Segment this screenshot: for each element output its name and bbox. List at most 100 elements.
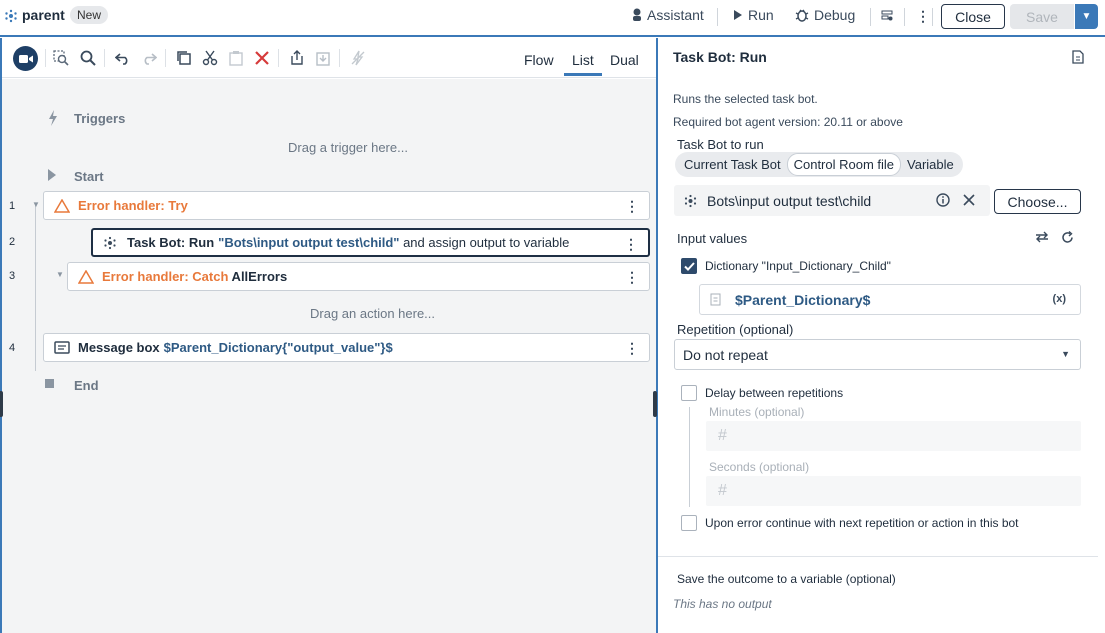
play-icon <box>734 10 742 20</box>
refresh-icon[interactable] <box>1061 230 1074 247</box>
action-label: Task Bot: Run <box>127 235 215 250</box>
more-options-icon[interactable]: ⋮ <box>624 236 638 253</box>
start-icon <box>47 169 57 184</box>
separator <box>104 49 105 67</box>
minutes-label: Minutes (optional) <box>709 405 805 419</box>
action-error-catch[interactable]: Error handler: Catch AllErrors ⋮ <box>67 262 650 291</box>
collapse-toggle-icon[interactable]: ▼ <box>56 270 64 279</box>
error-continue-label: Upon error continue with next repetition… <box>705 516 1019 530</box>
action-message-box[interactable]: Message box $Parent_Dictionary{"output_v… <box>43 333 650 362</box>
bot-file-field[interactable]: Bots\input output test\child <box>674 185 990 216</box>
export-icon[interactable] <box>288 49 306 67</box>
end-label: End <box>74 378 99 393</box>
settings-icon[interactable] <box>881 10 893 25</box>
dictionary-value: $Parent_Dictionary$ <box>735 291 871 308</box>
bot-to-run-label: Task Bot to run <box>677 137 764 152</box>
record-button[interactable] <box>13 46 38 71</box>
swap-icon[interactable] <box>1035 231 1049 246</box>
number-placeholder: # <box>718 482 727 499</box>
redo-icon[interactable] <box>140 49 158 67</box>
action-task-bot-run[interactable]: Task Bot: Run "Bots\input output test\ch… <box>91 228 650 257</box>
insert-variable-button[interactable]: (x) <box>1053 293 1066 305</box>
editor-toolbar: Flow List Dual <box>2 38 656 78</box>
disable-action-icon[interactable] <box>349 49 367 67</box>
more-options-icon[interactable]: ⋮ <box>625 269 639 286</box>
collapse-toggle-icon[interactable]: ▼ <box>32 200 40 209</box>
find-in-view-icon[interactable] <box>52 49 70 67</box>
save-button[interactable]: Save <box>1010 4 1074 29</box>
option-current-task-bot[interactable]: Current Task Bot <box>678 154 787 175</box>
bot-logo-icon <box>5 9 17 26</box>
minutes-input[interactable]: # <box>706 421 1081 451</box>
error-continue-checkbox[interactable] <box>681 515 697 531</box>
action-label: Message box <box>78 340 160 355</box>
repetition-value: Do not repeat <box>683 346 768 363</box>
run-label: Run <box>748 7 774 23</box>
panel-title: Task Bot: Run <box>673 49 767 65</box>
option-control-room-file[interactable]: Control Room file <box>786 153 902 176</box>
tab-dual[interactable]: Dual <box>610 52 639 68</box>
assistant-icon <box>633 8 641 21</box>
action-argument: $Parent_Dictionary{"output_value"}$ <box>163 340 393 355</box>
repetition-select[interactable]: Do not repeat ▼ <box>674 339 1081 370</box>
clear-icon[interactable] <box>963 193 975 209</box>
message-box-icon <box>54 341 70 354</box>
import-icon[interactable] <box>314 49 332 67</box>
info-icon[interactable] <box>936 193 950 210</box>
save-dropdown-button[interactable]: ▼ <box>1075 4 1098 29</box>
repetition-label: Repetition (optional) <box>677 322 794 337</box>
separator <box>932 8 933 26</box>
indent-line <box>689 407 690 507</box>
tree-line <box>35 204 36 371</box>
close-button[interactable]: Close <box>941 4 1005 29</box>
no-output-text: This has no output <box>673 597 772 611</box>
top-bar: parent New Assistant Run Debug ⋮ Close S… <box>0 0 1105 37</box>
left-resize-handle[interactable] <box>0 391 3 417</box>
action-drop-hint: Drag an action here... <box>310 306 436 321</box>
delay-checkbox[interactable] <box>681 385 697 401</box>
debug-button[interactable]: Debug <box>795 7 855 23</box>
properties-panel: Task Bot: Run Runs the selected task bot… <box>658 38 1105 633</box>
input-values-label: Input values <box>677 231 748 246</box>
action-error-try[interactable]: Error handler: Try ⋮ <box>43 191 650 220</box>
bot-name: parent <box>22 7 65 23</box>
seconds-input[interactable]: # <box>706 476 1081 506</box>
run-button[interactable]: Run <box>733 7 774 23</box>
cut-icon[interactable] <box>201 49 219 67</box>
separator <box>165 49 166 67</box>
help-doc-icon[interactable] <box>1072 50 1084 67</box>
separator <box>870 8 871 26</box>
delete-icon[interactable] <box>253 49 271 67</box>
line-number: 2 <box>9 236 16 248</box>
undo-icon[interactable] <box>114 49 132 67</box>
pane-resize-handle[interactable] <box>653 391 657 417</box>
dictionary-checkbox[interactable] <box>681 258 697 274</box>
caret-down-icon: ▼ <box>1081 11 1092 22</box>
separator <box>45 49 46 67</box>
paste-icon[interactable] <box>227 49 245 67</box>
divider <box>658 556 1098 557</box>
choose-button[interactable]: Choose... <box>994 189 1081 214</box>
tab-list[interactable]: List <box>564 52 602 76</box>
more-options-icon[interactable]: ⋮ <box>916 8 930 25</box>
delay-label: Delay between repetitions <box>705 386 844 400</box>
assistant-button[interactable]: Assistant <box>632 7 704 23</box>
tab-flow[interactable]: Flow <box>524 52 554 68</box>
bug-icon <box>795 9 809 22</box>
line-number: 3 <box>9 270 16 282</box>
separator <box>904 8 905 26</box>
option-variable[interactable]: Variable <box>901 154 960 175</box>
copy-icon[interactable] <box>175 49 193 67</box>
more-options-icon[interactable]: ⋮ <box>625 340 639 357</box>
action-label: Error handler: Try <box>78 198 188 213</box>
search-icon[interactable] <box>79 49 97 67</box>
bot-file-path: Bots\input output test\child <box>707 192 872 209</box>
dictionary-value-field[interactable]: $Parent_Dictionary$ (x) <box>699 284 1081 315</box>
action-label: Error handler: Catch <box>102 269 229 284</box>
debug-label: Debug <box>814 7 856 23</box>
line-number: 1 <box>9 200 16 212</box>
version-note: Required bot agent version: 20.11 or abo… <box>673 115 903 129</box>
more-options-icon[interactable]: ⋮ <box>625 198 639 215</box>
lightning-icon <box>48 110 58 129</box>
caret-down-icon: ▼ <box>1061 349 1070 359</box>
